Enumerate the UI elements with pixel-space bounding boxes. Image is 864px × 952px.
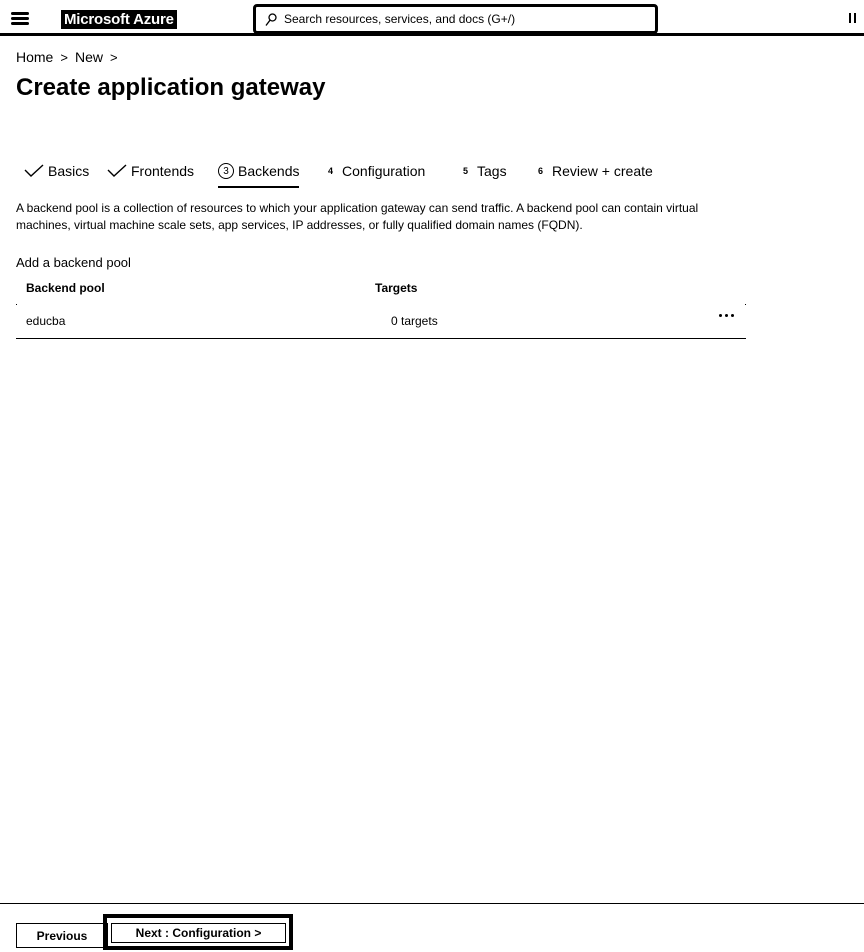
brand-logo[interactable]: Microsoft Azure — [61, 10, 177, 29]
breadcrumb-separator: > — [109, 49, 118, 65]
page-title: Create application gateway — [16, 74, 326, 101]
backend-pool-description: A backend pool is a collection of resour… — [16, 201, 699, 232]
menu-icon[interactable] — [11, 12, 29, 26]
tab-label: Frontends — [131, 163, 195, 179]
tab-review-create[interactable]: 6 Review + create — [538, 156, 653, 186]
tab-label: Basics — [48, 163, 90, 179]
search-input[interactable] — [284, 7, 644, 31]
breadcrumb-new[interactable]: New — [75, 49, 103, 65]
tab-tags[interactable]: 5 Tags — [463, 156, 507, 186]
step-number: 4 — [328, 166, 334, 176]
column-header-targets: Targets — [375, 281, 418, 295]
backend-pool-name: educba — [26, 314, 66, 328]
footer-divider — [0, 903, 864, 904]
pause-icon[interactable] — [849, 13, 857, 23]
breadcrumb-home[interactable]: Home — [16, 49, 53, 65]
previous-button[interactable]: Previous — [16, 923, 108, 948]
table-row[interactable]: educba 0 targets — [16, 305, 746, 339]
tab-label: Backends — [238, 163, 300, 179]
tab-label: Configuration — [342, 163, 426, 179]
backend-pool-targets: 0 targets — [391, 314, 438, 328]
search-icon — [265, 13, 277, 26]
next-configuration-button[interactable]: Next : Configuration > — [111, 923, 286, 943]
tab-label: Review + create — [552, 163, 653, 179]
tab-frontends[interactable]: Frontends — [107, 156, 194, 186]
next-button-highlight: Next : Configuration > — [103, 914, 293, 950]
step-number: 5 — [463, 166, 469, 176]
tab-backends[interactable]: 3 Backends — [218, 156, 300, 188]
step-number-circle: 3 — [218, 163, 234, 179]
breadcrumb-separator: > — [60, 49, 68, 65]
checkmark-icon — [24, 164, 44, 177]
more-options-icon[interactable] — [719, 311, 739, 321]
tab-label: Tags — [477, 163, 507, 179]
column-header-backend-pool: Backend pool — [26, 281, 105, 295]
checkmark-icon — [107, 164, 127, 177]
tab-basics[interactable]: Basics — [24, 156, 89, 186]
breadcrumb: Home > New > — [16, 49, 125, 65]
tab-configuration[interactable]: 4 Configuration — [328, 156, 425, 186]
add-backend-pool-link[interactable]: Add a backend pool — [16, 255, 131, 270]
search-box[interactable] — [253, 4, 658, 34]
step-number: 6 — [538, 166, 544, 176]
top-bar: Microsoft Azure — [0, 0, 864, 36]
